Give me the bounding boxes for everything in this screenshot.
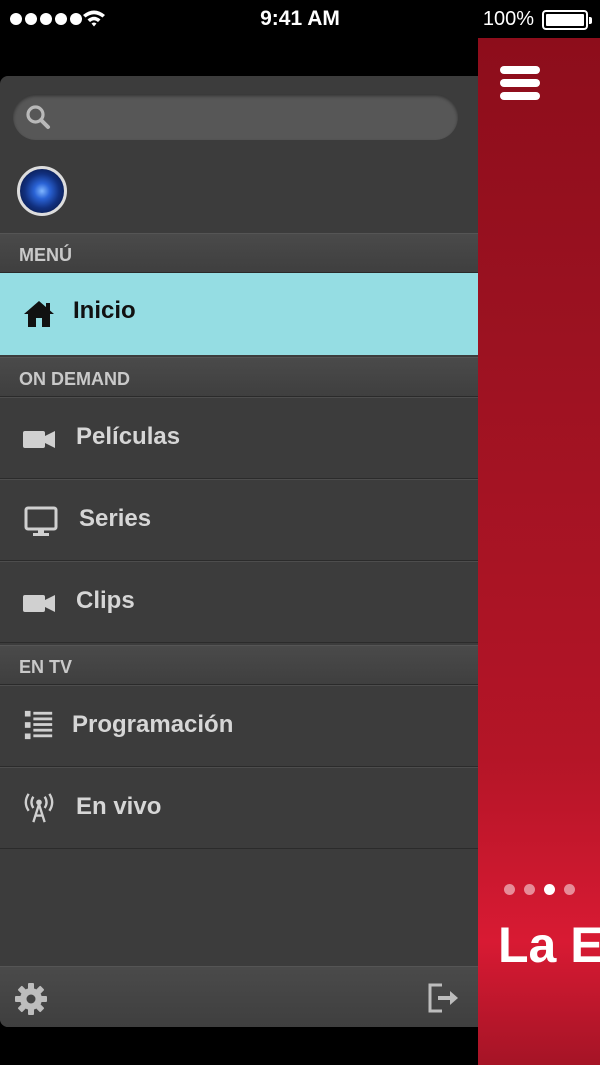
hero-title[interactable]: La E: [498, 916, 600, 974]
sidebar-item-label: Series: [79, 505, 152, 532]
sidebar-item-label: Programación: [72, 711, 234, 738]
avatar[interactable]: [17, 166, 67, 216]
carousel-page-dots[interactable]: [504, 884, 575, 895]
sidebar-item-label: Clips: [76, 587, 135, 614]
sidebar-item-series[interactable]: Series: [0, 479, 478, 561]
sidebar-item-inicio[interactable]: Inicio: [0, 273, 478, 355]
drawer-footer: [0, 966, 478, 1027]
carousel-dot[interactable]: [564, 884, 575, 895]
section-header-en-tv: EN TV: [0, 645, 478, 685]
navigation-drawer: MENÚ Inicio ON DEMAND Películas Series C…: [0, 76, 478, 1027]
list-icon: [24, 710, 53, 740]
search-bar[interactable]: [13, 94, 458, 140]
video-camera-icon: [23, 595, 55, 612]
search-input[interactable]: [59, 102, 449, 132]
sidebar-item-clips[interactable]: Clips: [0, 561, 478, 643]
section-header-label: ON DEMAND: [19, 369, 130, 389]
sidebar-item-programacion[interactable]: Programación: [0, 685, 478, 767]
search-icon: [26, 105, 50, 129]
main-content: La E: [478, 38, 600, 1065]
sidebar-item-label: En vivo: [76, 793, 162, 820]
section-header-menu: MENÚ: [0, 233, 478, 273]
broadcast-antenna-icon: [24, 793, 54, 823]
sidebar-item-en-vivo[interactable]: En vivo: [0, 767, 478, 849]
carousel-dot[interactable]: [504, 884, 515, 895]
gear-icon[interactable]: [14, 982, 48, 1016]
video-camera-icon: [23, 431, 55, 448]
battery-percentage: 100%: [482, 8, 534, 30]
section-header-on-demand: ON DEMAND: [0, 357, 478, 397]
home-icon: [24, 301, 54, 327]
hamburger-menu-icon[interactable]: [500, 66, 540, 100]
monitor-icon: [24, 506, 58, 536]
section-header-label: EN TV: [19, 657, 73, 677]
logout-icon[interactable]: [428, 983, 460, 1013]
sidebar-item-peliculas[interactable]: Películas: [0, 397, 478, 479]
sidebar-item-label: Inicio: [73, 297, 136, 324]
section-header-label: MENÚ: [19, 245, 72, 265]
sidebar-item-label: Películas: [76, 423, 181, 450]
carousel-dot[interactable]: [524, 884, 535, 895]
battery-icon: [542, 10, 592, 30]
status-bar: 9:41 AM 100%: [0, 0, 600, 38]
carousel-dot-active[interactable]: [544, 884, 555, 895]
